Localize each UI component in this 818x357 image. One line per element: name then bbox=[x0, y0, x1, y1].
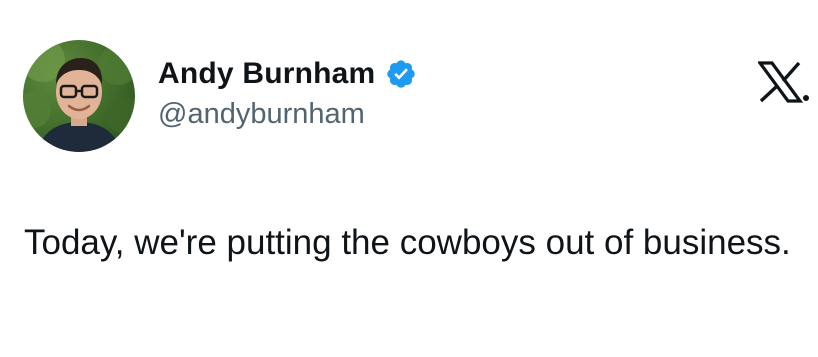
verified-badge-icon bbox=[385, 58, 417, 90]
profile-photo-icon bbox=[23, 40, 135, 152]
tweet-card: Andy Burnham @andyburnham Today, we're p… bbox=[0, 0, 818, 357]
author-block: Andy Burnham @andyburnham bbox=[158, 54, 417, 131]
avatar[interactable] bbox=[23, 40, 135, 152]
name-row: Andy Burnham bbox=[158, 54, 417, 94]
x-logo-icon[interactable] bbox=[756, 60, 810, 104]
handle[interactable]: @andyburnham bbox=[158, 98, 417, 131]
display-name[interactable]: Andy Burnham bbox=[158, 57, 375, 91]
tweet-text: Today, we're putting the cowboys out of … bbox=[24, 223, 791, 262]
